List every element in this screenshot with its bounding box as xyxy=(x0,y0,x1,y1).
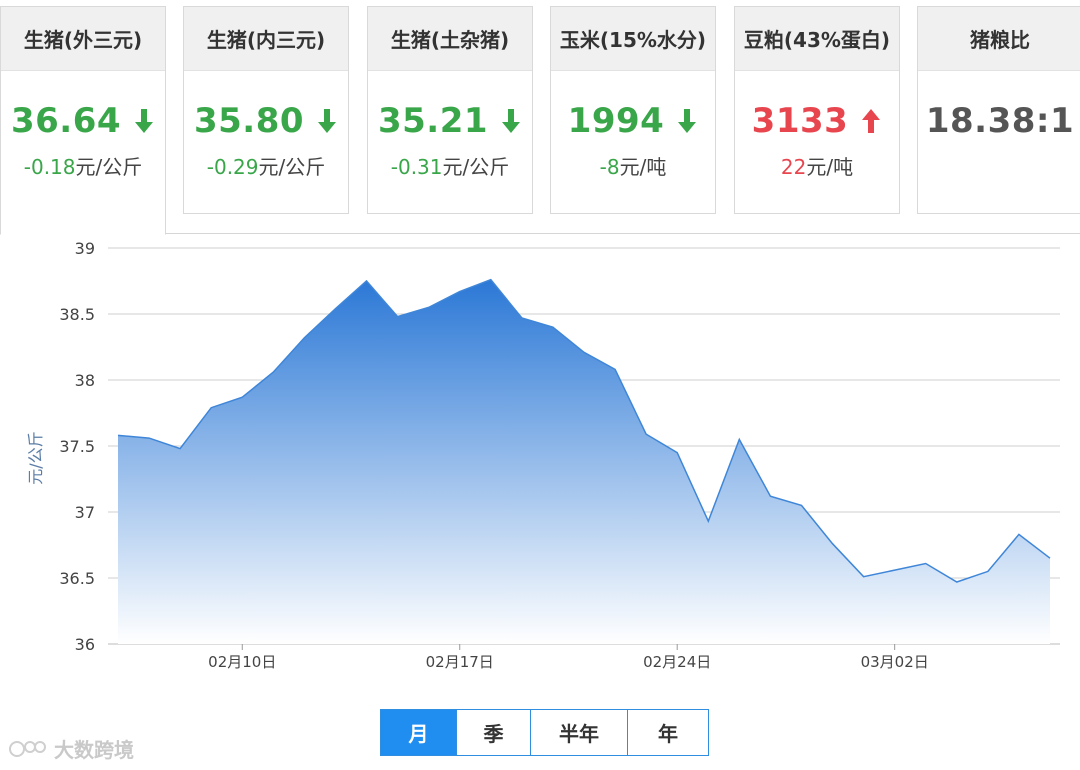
data-point xyxy=(986,569,990,573)
x-tick-label: 03月02日 xyxy=(861,653,929,671)
watermark-logo-icon xyxy=(9,740,46,757)
data-point xyxy=(924,561,928,565)
x-tick-label: 02月17日 xyxy=(426,653,494,671)
card-change: -8元/吨 xyxy=(551,151,715,180)
data-point xyxy=(862,575,866,579)
tabs-baseline xyxy=(166,233,1080,234)
y-tick-label: 37.5 xyxy=(59,437,95,456)
card-value: 36.64 xyxy=(10,101,122,141)
price-card-1[interactable]: 生猪(内三元) 35.80 -0.29元/公斤 xyxy=(183,6,349,214)
card-change-unit: 元/公斤 xyxy=(258,155,326,179)
card-value-row: 36.64 xyxy=(1,101,165,141)
card-change-amount: 22 xyxy=(780,155,807,179)
card-title: 猪粮比 xyxy=(918,7,1080,71)
card-value-row: 35.21 xyxy=(368,101,532,141)
card-title: 豆粕(43%蛋白) xyxy=(735,7,899,71)
y-tick-label: 36.5 xyxy=(59,569,95,588)
card-change: -0.31元/公斤 xyxy=(368,151,532,180)
price-card-2[interactable]: 生猪(土杂猪) 35.21 -0.31元/公斤 xyxy=(367,6,533,214)
card-change-amount: -0.18 xyxy=(23,155,76,179)
data-point xyxy=(178,447,182,451)
data-point xyxy=(644,432,648,436)
card-value: 35.21 xyxy=(377,101,489,141)
card-change-unit: 元/公斤 xyxy=(442,155,510,179)
range-button-1[interactable]: 季 xyxy=(457,710,531,755)
data-point xyxy=(209,406,213,410)
arrow-up-icon xyxy=(862,109,881,133)
data-point xyxy=(706,519,710,523)
arrow-down-icon xyxy=(318,109,337,133)
data-point xyxy=(302,336,306,340)
data-point xyxy=(768,494,772,498)
y-tick-label: 38.5 xyxy=(59,305,95,324)
x-tick-label: 02月10日 xyxy=(208,653,276,671)
range-button-2[interactable]: 半年 xyxy=(531,710,628,755)
card-value-row: 18.38:1 xyxy=(918,101,1080,141)
card-change-amount: -8 xyxy=(599,155,620,179)
range-button-3[interactable]: 年 xyxy=(628,710,708,755)
data-point xyxy=(520,316,524,320)
card-change: -0.29元/公斤 xyxy=(184,151,348,180)
data-point xyxy=(675,451,679,455)
data-point xyxy=(427,305,431,309)
y-axis-title: 元/公斤 xyxy=(26,431,45,484)
data-point xyxy=(147,436,151,440)
arrow-down-icon xyxy=(135,109,154,133)
y-tick-label: 39 xyxy=(75,239,95,258)
card-value-row: 1994 xyxy=(551,101,715,141)
data-point xyxy=(1017,532,1021,536)
card-value-row: 3133 xyxy=(735,101,899,141)
card-value: 35.80 xyxy=(193,101,305,141)
series-area xyxy=(118,279,1050,644)
card-value: 18.38:1 xyxy=(925,101,1075,141)
card-value-row: 35.80 xyxy=(184,101,348,141)
data-point xyxy=(396,315,400,319)
card-title: 玉米(15%水分) xyxy=(551,7,715,71)
data-point xyxy=(116,433,120,437)
card-change-unit: 元/吨 xyxy=(619,155,667,179)
data-point xyxy=(458,290,462,294)
card-change: 22元/吨 xyxy=(735,151,899,180)
range-button-0[interactable]: 月 xyxy=(381,710,457,755)
data-point xyxy=(613,367,617,371)
range-selector: 月季半年年 xyxy=(380,709,709,756)
card-title: 生猪(内三元) xyxy=(184,7,348,71)
card-change-amount: -0.29 xyxy=(206,155,259,179)
data-point xyxy=(240,395,244,399)
watermark: 大数跨境 xyxy=(8,734,134,763)
card-value: 1994 xyxy=(567,101,665,141)
data-point xyxy=(271,370,275,374)
price-card-3[interactable]: 玉米(15%水分) 1994 -8元/吨 xyxy=(550,6,716,214)
data-point xyxy=(333,307,337,311)
price-card-0[interactable]: 生猪(外三元) 36.64 -0.18元/公斤 xyxy=(0,6,166,235)
data-point xyxy=(489,278,493,282)
data-point xyxy=(737,437,741,441)
data-point xyxy=(365,279,369,283)
data-point xyxy=(893,568,897,572)
watermark-text: 大数跨境 xyxy=(54,738,134,762)
card-change-amount: -0.31 xyxy=(390,155,443,179)
price-card-5[interactable]: 猪粮比 18.38:1 xyxy=(917,6,1080,214)
data-point xyxy=(551,325,555,329)
y-tick-label: 37 xyxy=(75,503,95,522)
y-tick-label: 38 xyxy=(75,371,95,390)
card-change-unit: 元/吨 xyxy=(806,155,854,179)
price-area-chart: 36 36.5 37 37.5 38 38.5 39 02月10日 02月17日 02月24日 03… xyxy=(26,239,1060,671)
y-tick-label: 36 xyxy=(75,635,95,654)
price-tabs: 生猪(外三元) 36.64 -0.18元/公斤 生猪(内三元) 35.80 -0.29元/… xyxy=(0,0,1080,235)
arrow-down-icon xyxy=(502,109,521,133)
card-change-unit: 元/公斤 xyxy=(75,155,143,179)
arrow-down-icon xyxy=(678,109,697,133)
data-point xyxy=(799,503,803,507)
card-title: 生猪(外三元) xyxy=(1,7,165,71)
data-point xyxy=(831,542,835,546)
card-value: 3133 xyxy=(751,101,849,141)
data-point xyxy=(955,580,959,584)
card-change: -0.18元/公斤 xyxy=(1,151,165,180)
price-card-4[interactable]: 豆粕(43%蛋白) 3133 22元/吨 xyxy=(734,6,900,214)
data-point xyxy=(1048,556,1052,560)
card-title: 生猪(土杂猪) xyxy=(368,7,532,71)
data-point xyxy=(582,350,586,354)
x-tick-label: 02月24日 xyxy=(643,653,711,671)
